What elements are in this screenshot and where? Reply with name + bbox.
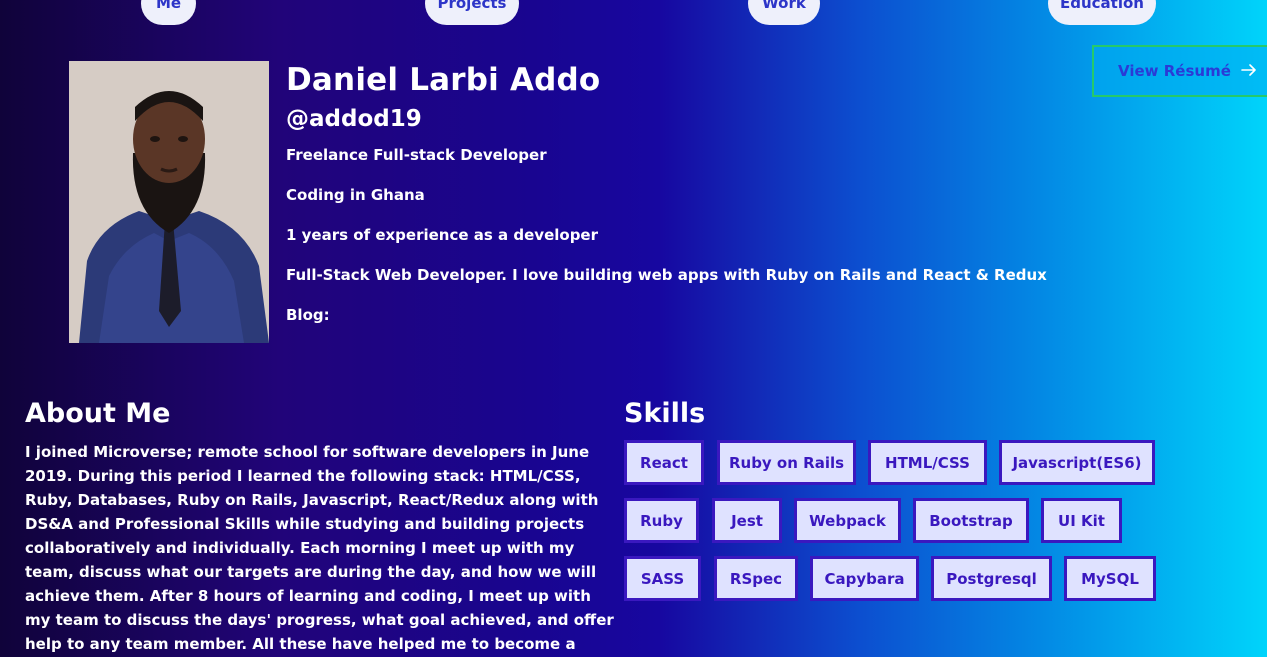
view-resume-label: View Résumé — [1118, 62, 1231, 80]
about-title: About Me — [25, 398, 171, 429]
skill-badge: UI Kit — [1041, 498, 1122, 543]
profile-location: Coding in Ghana — [286, 186, 425, 204]
skill-badge: SASS — [624, 556, 701, 601]
nav-item-label: Work — [762, 0, 806, 12]
profile-photo — [69, 61, 269, 343]
profile-name: Daniel Larbi Addo — [286, 62, 601, 98]
about-text: I joined Microverse; remote school for s… — [25, 443, 614, 653]
skill-badge: React — [624, 440, 704, 485]
profile-bio: Full-Stack Web Developer. I love buildin… — [286, 266, 1047, 284]
nav-item-label: Projects — [437, 0, 507, 12]
skill-badge: Postgresql — [931, 556, 1052, 601]
nav-item-education[interactable]: Education — [1048, 0, 1156, 25]
nav-item-work[interactable]: Work — [748, 0, 820, 25]
skill-badge: HTML/CSS — [868, 440, 987, 485]
skill-badge: RSpec — [714, 556, 798, 601]
skill-badge: Bootstrap — [913, 498, 1029, 543]
nav-item-label: Me — [155, 0, 182, 12]
view-resume-button[interactable]: View Résumé — [1092, 45, 1267, 97]
profile-experience: 1 years of experience as a developer — [286, 226, 599, 244]
nav-item-me[interactable]: Me — [141, 0, 196, 25]
profile-blog: Blog: — [286, 306, 330, 324]
profile-role: Freelance Full-stack Developer — [286, 146, 547, 164]
nav-item-projects[interactable]: Projects — [425, 0, 519, 25]
skill-badge: Ruby — [624, 498, 699, 543]
skills-title: Skills — [624, 398, 706, 429]
skill-badge: Capybara — [810, 556, 919, 601]
nav-item-label: Education — [1060, 0, 1144, 12]
skill-badge: Webpack — [794, 498, 901, 543]
skill-badge: MySQL — [1064, 556, 1156, 601]
profile-handle: @addod19 — [286, 106, 422, 132]
arrow-right-icon — [1241, 62, 1257, 80]
skill-badge: Javascript(ES6) — [999, 440, 1155, 485]
skill-badge: Ruby on Rails — [717, 440, 856, 485]
skill-badge: Jest — [712, 498, 782, 543]
